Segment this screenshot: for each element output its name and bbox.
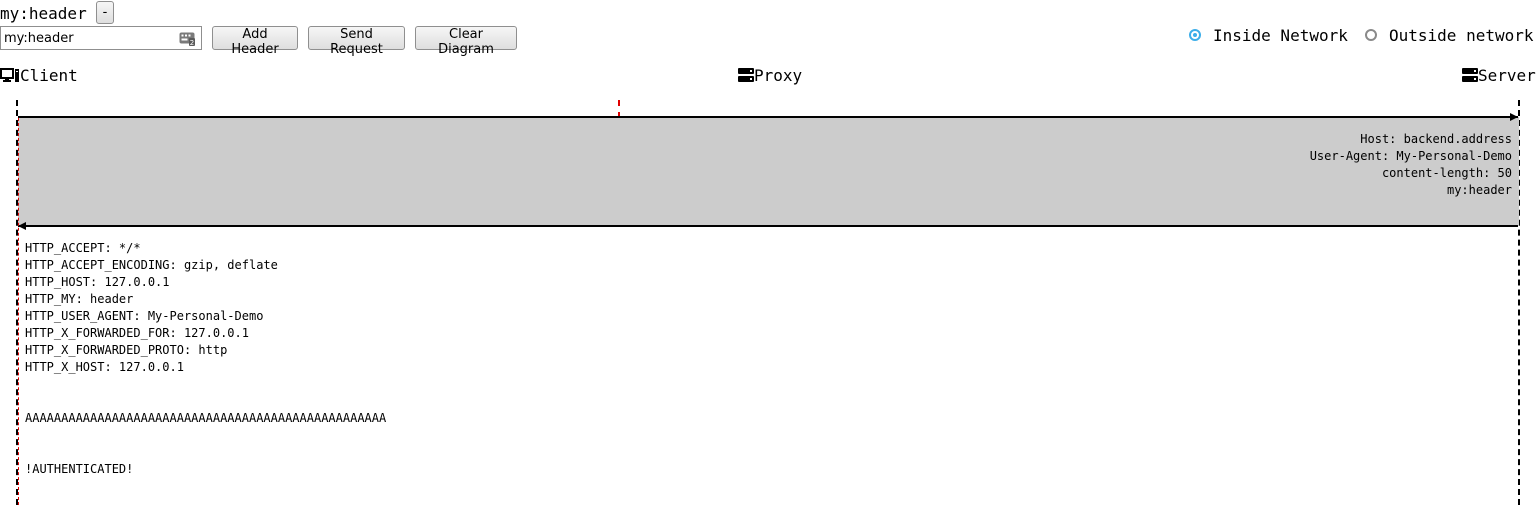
svg-text:2: 2 bbox=[190, 39, 194, 46]
server-icon bbox=[1462, 68, 1478, 82]
server-actor: Server bbox=[1462, 65, 1536, 85]
response-status-text: !AUTHENTICATED! bbox=[25, 462, 134, 476]
add-header-button[interactable]: Add Header bbox=[212, 26, 298, 57]
outside-network-option[interactable]: Outside network bbox=[1365, 25, 1534, 45]
send-request-button[interactable]: Send Request bbox=[308, 26, 405, 57]
response-arrowhead-icon bbox=[18, 222, 26, 230]
inside-network-label: Inside Network bbox=[1213, 25, 1348, 45]
request-message-band bbox=[18, 117, 1519, 226]
request-arrowhead-icon bbox=[1510, 113, 1518, 121]
autofill-key-icon[interactable]: 2 bbox=[179, 30, 195, 47]
client-lifeline-marker bbox=[18, 118, 19, 505]
request-header-line: my:header bbox=[1446, 183, 1512, 197]
clear-diagram-button[interactable]: Clear Diagram bbox=[415, 26, 517, 57]
header-tag-label: my:header bbox=[0, 3, 87, 23]
request-headers: Host: backend.address User-Agent: My-Per… bbox=[1310, 131, 1512, 199]
request-header-line: User-Agent: My-Personal-Demo bbox=[1309, 149, 1512, 163]
request-header-line: content-length: 50 bbox=[1381, 166, 1512, 180]
request-header-line: Host: backend.address bbox=[1360, 132, 1512, 146]
response-header-line: HTTP_USER_AGENT: My-Personal-Demo bbox=[25, 309, 264, 323]
server-icon bbox=[738, 68, 754, 82]
inside-network-radio[interactable] bbox=[1189, 29, 1201, 41]
response-header-line: HTTP_X_HOST: 127.0.0.1 bbox=[25, 360, 184, 374]
response-body: HTTP_ACCEPT: */* HTTP_ACCEPT_ENCODING: g… bbox=[25, 240, 386, 478]
response-header-line: HTTP_MY: header bbox=[25, 292, 134, 306]
server-label: Server bbox=[1478, 65, 1536, 85]
response-filler-text: AAAAAAAAAAAAAAAAAAAAAAAAAAAAAAAAAAAAAAAA… bbox=[25, 411, 387, 425]
request-arrow bbox=[18, 116, 1518, 118]
header-input[interactable] bbox=[0, 26, 202, 50]
proxy-label: Proxy bbox=[754, 65, 803, 85]
response-header-line: HTTP_ACCEPT: */* bbox=[25, 241, 141, 255]
header-tag: my:header bbox=[0, 2, 87, 24]
response-header-line: HTTP_X_FORWARDED_PROTO: http bbox=[25, 343, 228, 357]
client-actor: Client bbox=[0, 65, 78, 85]
client-label: Client bbox=[20, 65, 78, 85]
response-arrow bbox=[18, 225, 1518, 227]
response-header-line: HTTP_ACCEPT_ENCODING: gzip, deflate bbox=[25, 258, 278, 272]
remove-header-button[interactable]: - bbox=[96, 1, 114, 24]
desktop-icon bbox=[0, 68, 19, 82]
outside-network-radio[interactable] bbox=[1365, 29, 1377, 41]
outside-network-label: Outside network bbox=[1389, 25, 1534, 45]
proxy-actor: Proxy bbox=[738, 65, 802, 85]
response-header-line: HTTP_X_FORWARDED_FOR: 127.0.0.1 bbox=[25, 326, 249, 340]
response-header-line: HTTP_HOST: 127.0.0.1 bbox=[25, 275, 170, 289]
inside-network-option[interactable]: Inside Network bbox=[1189, 25, 1348, 45]
